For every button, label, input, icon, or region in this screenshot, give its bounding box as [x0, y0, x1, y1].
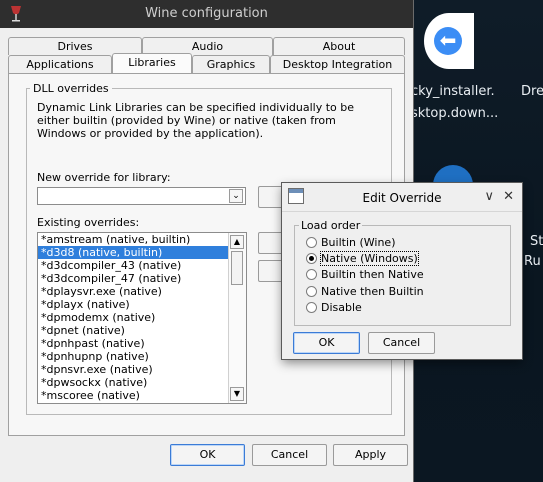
- list-item[interactable]: *dpnhupnp (native): [38, 350, 229, 363]
- radio-builtin[interactable]: Builtin (Wine): [306, 236, 395, 250]
- minimize-icon[interactable]: ∨: [484, 189, 494, 204]
- scroll-up-icon[interactable]: ▲: [230, 235, 244, 249]
- back-arrow-icon[interactable]: ⬅: [424, 13, 474, 69]
- window-title: Wine configuration: [145, 6, 268, 21]
- close-icon[interactable]: ✕: [503, 189, 514, 204]
- radio-circle[interactable]: [306, 286, 317, 297]
- desktop-icon-label[interactable]: St: [530, 234, 543, 249]
- dll-description: Dynamic Link Libraries can be specified …: [37, 101, 355, 140]
- tab-graphics[interactable]: Graphics: [192, 55, 270, 73]
- edit-override-dialog: Edit Override ∨ ✕ Load order Builtin (Wi…: [282, 183, 522, 359]
- new-override-label: New override for library:: [37, 171, 171, 184]
- list-item[interactable]: *d3dcompiler_43 (native): [38, 259, 229, 272]
- list-item[interactable]: *dplayx (native): [38, 298, 229, 311]
- radio-label: Disable: [321, 301, 362, 314]
- desktop-icon-label[interactable]: Ru: [524, 254, 541, 269]
- tab-desktop-integration[interactable]: Desktop Integration: [270, 55, 405, 73]
- list-item[interactable]: *amstream (native, builtin): [38, 233, 229, 246]
- tab-applications[interactable]: Applications: [8, 55, 112, 73]
- list-item[interactable]: *dpmodemx (native): [38, 311, 229, 324]
- scroll-thumb[interactable]: [231, 251, 243, 285]
- tab-row-back: Drives Audio About: [8, 37, 405, 55]
- list-item[interactable]: *dpwsockx (native): [38, 376, 229, 389]
- radio-label: Native then Builtin: [321, 285, 424, 298]
- new-override-combobox[interactable]: ⌄: [37, 187, 246, 205]
- scroll-down-icon[interactable]: ▼: [230, 387, 244, 401]
- add-button[interactable]: [258, 186, 284, 208]
- radio-label: Builtin (Wine): [321, 236, 396, 249]
- radio-circle-selected[interactable]: [306, 253, 317, 264]
- window-titlebar[interactable]: Wine configuration: [0, 0, 413, 28]
- desktop-icon-label[interactable]: sktop.down...: [411, 106, 498, 121]
- radio-native-then-builtin[interactable]: Native then Builtin: [306, 285, 424, 299]
- cancel-button[interactable]: Cancel: [252, 444, 327, 466]
- list-item[interactable]: *dpnsvr.exe (native): [38, 363, 229, 376]
- list-item[interactable]: *d3dcompiler_47 (native): [38, 272, 229, 285]
- tab-row-front: Applications Libraries Graphics Desktop …: [8, 53, 405, 74]
- edit-button[interactable]: [258, 232, 284, 254]
- radio-circle[interactable]: [306, 269, 317, 280]
- list-item[interactable]: *dpnhpast (native): [38, 337, 229, 350]
- radio-builtin-then-native[interactable]: Builtin then Native: [306, 268, 424, 282]
- radio-native[interactable]: Native (Windows): [306, 251, 419, 266]
- radio-circle[interactable]: [306, 302, 317, 313]
- list-scrollbar[interactable]: ▲ ▼: [228, 233, 246, 403]
- apply-button[interactable]: Apply: [333, 444, 408, 466]
- desktop-icon-label[interactable]: cky_installer.: [411, 84, 495, 99]
- radio-label: Native (Windows): [320, 251, 419, 266]
- chevron-down-icon[interactable]: ⌄: [229, 189, 243, 203]
- radio-label: Builtin then Native: [321, 268, 424, 281]
- dll-overrides-title: DLL overrides: [30, 82, 112, 95]
- radio-circle[interactable]: [306, 237, 317, 248]
- dialog-titlebar[interactable]: Edit Override ∨ ✕: [282, 183, 522, 212]
- desktop-icon-label[interactable]: Dre: [521, 84, 543, 99]
- list-item[interactable]: *dplaysvr.exe (native): [38, 285, 229, 298]
- existing-overrides-list[interactable]: *amstream (native, builtin) *d3d8 (nativ…: [37, 232, 247, 404]
- tab-about[interactable]: About: [273, 37, 405, 55]
- ok-button[interactable]: OK: [170, 444, 245, 466]
- tab-libraries[interactable]: Libraries: [112, 53, 192, 74]
- dialog-cancel-button[interactable]: Cancel: [368, 332, 435, 354]
- load-order-title: Load order: [299, 219, 363, 232]
- dialog-ok-button[interactable]: OK: [293, 332, 360, 354]
- existing-overrides-label: Existing overrides:: [37, 216, 140, 229]
- list-item[interactable]: *mscoree (native): [38, 389, 229, 402]
- list-item-selected[interactable]: *d3d8 (native, builtin): [38, 246, 229, 259]
- remove-button[interactable]: [258, 260, 284, 282]
- list-item[interactable]: *dpnet (native): [38, 324, 229, 337]
- radio-disable[interactable]: Disable: [306, 301, 362, 315]
